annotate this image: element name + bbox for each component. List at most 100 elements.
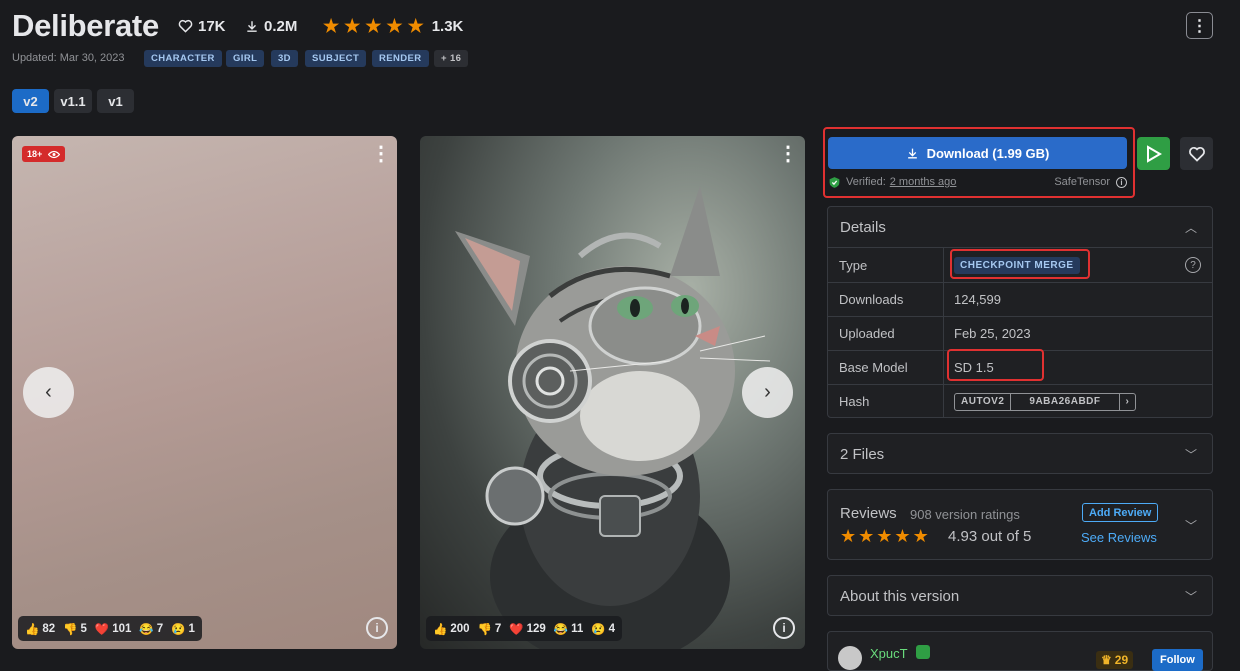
files-panel[interactable]: 2 Files ﹀ — [827, 433, 1213, 474]
download-icon — [247, 20, 257, 32]
play-icon — [1146, 144, 1162, 163]
run-button[interactable] — [1137, 137, 1170, 170]
favorites-stat[interactable]: 17K — [178, 15, 226, 37]
avatar[interactable] — [838, 646, 862, 670]
hash-type: AUTOV2 — [955, 393, 1012, 410]
thumbs-up-icon: 👍 — [25, 623, 40, 636]
updated-date: Updated: Mar 30, 2023 — [12, 52, 125, 64]
details-heading: Details — [840, 219, 886, 236]
reaction-dislike[interactable]: 👎 5 — [63, 622, 87, 636]
image-menu-icon[interactable]: ⋮ — [371, 142, 391, 166]
about-panel[interactable]: About this version ﹀ — [827, 575, 1213, 616]
reaction-bar: 👍 82 👎 5 ❤️ 101 😂 7 😢 1 — [18, 616, 202, 641]
reaction-heart[interactable]: ❤️ 101 — [95, 622, 132, 636]
laugh-icon: 😂 — [553, 623, 569, 636]
star-icon: ★ — [365, 16, 382, 36]
creator-rank-badge: ♛ 29 — [1096, 651, 1134, 669]
image-menu-icon[interactable]: ⋮ — [778, 142, 798, 166]
heart-icon — [178, 19, 193, 33]
detail-value: 124,599 — [954, 292, 1001, 307]
detail-key: Hash — [828, 385, 944, 418]
version-tab-v2[interactable]: v2 — [12, 89, 49, 113]
file-format: SafeTensor — [1054, 176, 1110, 188]
cry-icon: 😢 — [591, 623, 606, 636]
chevron-right-icon: › — [764, 381, 771, 403]
favorite-button[interactable] — [1180, 137, 1213, 170]
download-label: Download (1.99 GB) — [926, 145, 1050, 161]
chevron-left-icon: ‹ — [45, 381, 52, 403]
heart-icon: ❤️ — [94, 623, 110, 636]
reaction-laugh[interactable]: 😂 7 — [139, 622, 163, 636]
tag-render[interactable]: RENDER — [372, 50, 429, 67]
model-title: Deliberate — [12, 8, 159, 43]
nsfw-label: 18+ — [27, 149, 43, 159]
chevron-down-icon[interactable]: ﹀ — [1185, 517, 1197, 534]
detail-key: Base Model — [828, 351, 944, 384]
next-arrow-button[interactable]: › — [742, 367, 793, 418]
reaction-dislike[interactable]: 👎 7 — [478, 622, 502, 636]
about-label: About this version — [840, 588, 960, 605]
verified-date-link[interactable]: 2 months ago — [890, 176, 957, 188]
more-options-button[interactable]: ⋮ — [1186, 12, 1213, 39]
review-stars: ★ ★ ★ ★ ★ — [840, 527, 929, 545]
laugh-icon: 😂 — [139, 623, 154, 636]
detail-key: Downloads — [828, 283, 944, 316]
reviews-heading: Reviews — [840, 505, 897, 522]
tag-3d[interactable]: 3D — [271, 50, 298, 67]
reaction-cry[interactable]: 😢 4 — [591, 622, 615, 636]
star-icon: ★ — [386, 16, 403, 36]
reaction-like[interactable]: 👍 82 — [25, 622, 55, 636]
detail-row-hash: Hash AUTOV2 9ABA26ABDF › — [828, 384, 1212, 418]
reaction-bar: 👍 200 👎 7 ❤️ 129 😂 11 😢 4 — [426, 616, 622, 641]
downloads-stat: 0.2M — [245, 15, 297, 37]
follow-button[interactable]: Follow — [1152, 649, 1203, 671]
heart-icon: ❤️ — [509, 623, 524, 636]
tag-subject[interactable]: SUBJECT — [305, 50, 367, 67]
detail-row-uploaded: Uploaded Feb 25, 2023 — [828, 316, 1212, 350]
reviews-panel: Reviews 908 version ratings ★ ★ ★ ★ ★ 4.… — [827, 489, 1213, 560]
reaction-cry[interactable]: 😢 1 — [171, 622, 195, 636]
chevron-right-icon[interactable]: › — [1120, 394, 1136, 410]
version-tab-v1[interactable]: v1 — [97, 89, 134, 113]
rating-count: 1.3K — [431, 17, 464, 35]
more-tags[interactable]: + 16 — [434, 50, 469, 67]
prev-arrow-button[interactable]: ‹ — [23, 367, 74, 418]
ratings-count: 908 version ratings — [910, 507, 1020, 522]
version-tab-v1.1[interactable]: v1.1 — [54, 89, 92, 113]
star-icon: ★ — [407, 16, 424, 36]
download-icon — [907, 148, 917, 158]
nsfw-badge[interactable]: 18+ — [22, 146, 66, 162]
creator-badge-icon — [916, 645, 930, 659]
info-icon[interactable]: i — [773, 617, 795, 639]
kebab-icon: ⋮ — [1191, 17, 1208, 35]
reaction-laugh[interactable]: 😂 11 — [554, 622, 584, 636]
detail-value: Feb 25, 2023 — [954, 326, 1031, 341]
hash-value: 9ABA26ABDF — [1011, 393, 1120, 410]
hash-box[interactable]: AUTOV2 9ABA26ABDF › — [954, 392, 1137, 411]
base-model-highlight — [947, 349, 1044, 381]
detail-key: Uploaded — [828, 317, 944, 350]
add-review-button[interactable]: Add Review — [1082, 503, 1159, 522]
downloads-count: 0.2M — [264, 17, 298, 35]
chevron-up-icon[interactable]: ︿ — [1185, 219, 1197, 236]
reaction-heart[interactable]: ❤️ 129 — [509, 622, 546, 636]
rating-stat[interactable]: ★ ★ ★ ★ ★ 1.3K — [323, 15, 463, 37]
review-score: 4.93 out of 5 — [948, 528, 1032, 545]
tag-character[interactable]: CHARACTER — [144, 50, 222, 67]
help-icon[interactable]: ? — [1185, 257, 1201, 273]
heart-icon — [1188, 146, 1205, 162]
see-reviews-link[interactable]: See Reviews — [1081, 530, 1157, 545]
download-button[interactable]: Download (1.99 GB) — [828, 137, 1127, 169]
chevron-down-icon: ﹀ — [1185, 448, 1198, 462]
favorites-count: 17K — [198, 17, 226, 35]
files-label: 2 Files — [840, 446, 885, 463]
tag-girl[interactable]: GIRL — [226, 50, 265, 67]
shield-check-icon — [829, 176, 840, 188]
info-icon[interactable]: i — [1116, 176, 1127, 188]
info-icon[interactable]: i — [366, 617, 388, 639]
creator-name[interactable]: XpucT — [870, 646, 908, 661]
eye-icon — [48, 150, 61, 158]
star-icon: ★ — [344, 16, 361, 36]
reaction-like[interactable]: 👍 200 — [433, 622, 470, 636]
type-highlight — [950, 249, 1090, 279]
